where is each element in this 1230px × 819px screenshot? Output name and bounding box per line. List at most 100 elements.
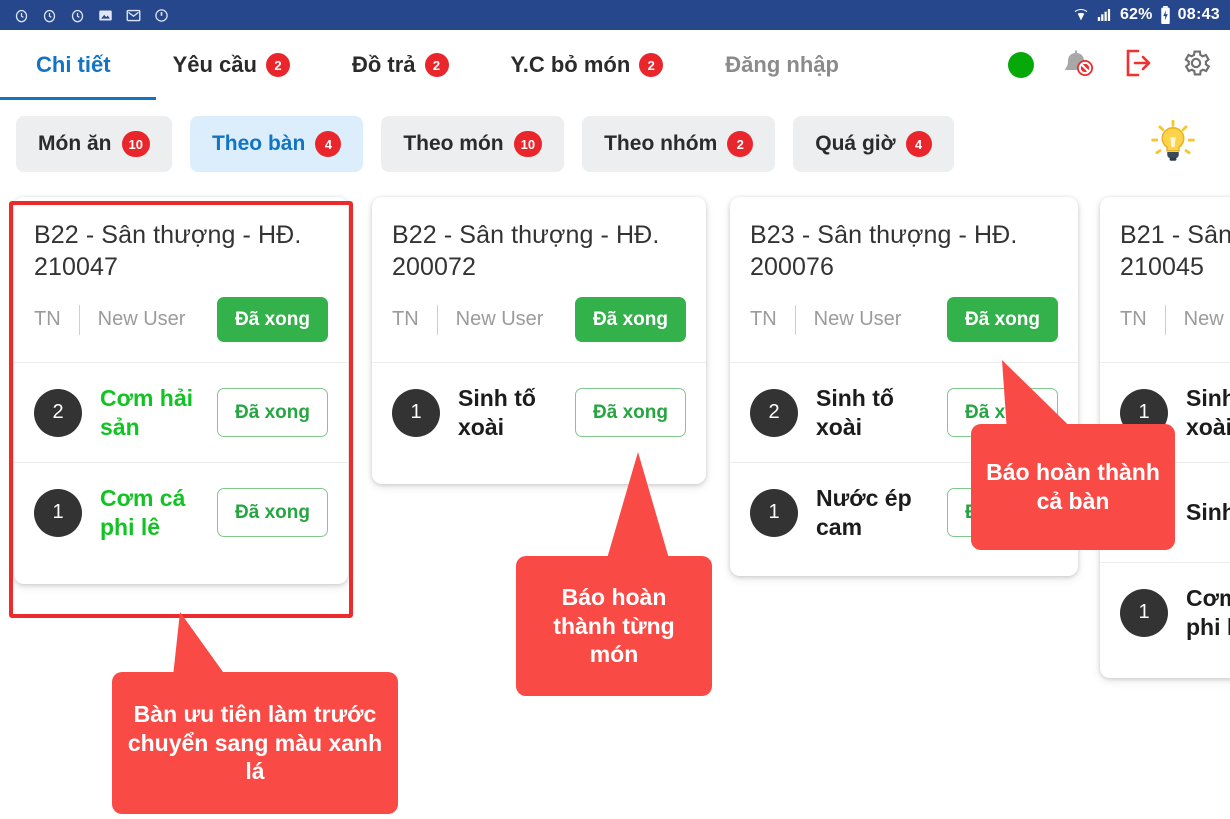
item-quantity-badge: 1 xyxy=(1120,588,1168,637)
item-name-label: Sinh tố bơ xyxy=(1186,499,1230,526)
android-status-bar: 62% 08:43 xyxy=(0,0,1230,30)
tab-label: Đăng nhập xyxy=(725,52,839,77)
item-quantity-badge: 1 xyxy=(750,488,798,537)
tab-yeu-cau[interactable]: Yêu cầu 2 xyxy=(173,52,290,78)
chip-label: Món ăn xyxy=(38,132,112,155)
chip-badge: 10 xyxy=(513,131,543,157)
tab-label: Y.C bỏ món xyxy=(510,52,631,77)
staff-code-label: TN xyxy=(392,308,419,330)
item-name-label: Sinh tố xoài xyxy=(458,385,536,440)
chip-label: Quá giờ xyxy=(815,132,896,155)
callout-text: Báo hoàn thành cả bàn xyxy=(986,459,1160,514)
card-meta-row: TN New User Đã xong xyxy=(392,283,686,362)
table-card[interactable]: B22 - Sân thượng - HĐ. 200072 TN New Use… xyxy=(372,197,706,484)
item-quantity-badge: 2 xyxy=(34,388,82,437)
wifi-icon xyxy=(1073,7,1089,23)
table-done-button[interactable]: Đã xong xyxy=(947,297,1058,342)
card-title: B21 - Sân thượng - HĐ. 210045 xyxy=(1120,221,1230,281)
table-card[interactable]: B22 - Sân thượng - HĐ. 210047 TN New Use… xyxy=(14,197,348,584)
order-item-row[interactable]: 1 Cơm cá phi lê Đã xong xyxy=(1100,562,1230,662)
chip-badge: 10 xyxy=(121,131,150,157)
item-name-label: Nước ép cam xyxy=(816,485,912,540)
main-tab-bar: Chi tiết Yêu cầu 2 Đồ trả 2 Y.C bỏ món 2… xyxy=(0,30,1230,100)
tab-badge: 2 xyxy=(424,53,449,77)
battery-percent-label: 62% xyxy=(1119,6,1153,23)
user-name-label: New User xyxy=(455,308,544,330)
alarm-icon xyxy=(14,8,29,23)
item-name-label: Cơm cá phi lê xyxy=(100,485,186,540)
tab-do-tra[interactable]: Đồ trả 2 xyxy=(352,52,449,78)
tab-label: Yêu cầu xyxy=(172,52,257,77)
item-done-button[interactable]: Đã xong xyxy=(217,488,328,537)
item-done-button[interactable]: Đã xong xyxy=(575,388,686,437)
callout-text: Báo hoàn thành từng món xyxy=(553,583,675,668)
gmail-icon xyxy=(126,8,141,23)
chip-label: Theo nhóm xyxy=(604,132,718,155)
status-online-dot[interactable] xyxy=(1008,52,1034,78)
app-root: 62% 08:43 Chi tiết Yêu cầu 2 Đồ trả 2 Y.… xyxy=(0,0,1230,819)
table-done-button[interactable]: Đã xong xyxy=(575,297,686,342)
card-meta-row: TN New User Đã xong xyxy=(34,283,328,362)
callout-priority-table: Bàn ưu tiên làm trước chuyển sang màu xa… xyxy=(112,672,398,814)
card-title: B22 - Sân thượng - HĐ. 210047 xyxy=(34,221,302,281)
card-title: B22 - Sân thượng - HĐ. 200072 xyxy=(392,221,660,281)
order-item-row[interactable]: 1 Sinh tố xoài Đã xong xyxy=(372,362,706,462)
tab-label: Chi tiết xyxy=(36,52,111,77)
item-name-label: Cơm cá phi lê xyxy=(1186,585,1230,640)
tab-bar-actions xyxy=(1008,47,1230,84)
card-header: B22 - Sân thượng - HĐ. 200072 TN New Use… xyxy=(372,197,706,362)
logout-icon[interactable] xyxy=(1122,47,1154,84)
item-quantity-badge: 2 xyxy=(750,388,798,437)
tab-yc-bo-mon[interactable]: Y.C bỏ món 2 xyxy=(511,52,664,78)
order-item-row[interactable]: 1 Cơm cá phi lê Đã xong xyxy=(14,462,348,562)
power-icon xyxy=(154,8,169,23)
tab-chi-tiet[interactable]: Chi tiết xyxy=(36,52,111,78)
chip-theo-ban[interactable]: Theo bàn 4 xyxy=(189,116,364,172)
item-name-label: Cơm hải sản xyxy=(100,385,194,440)
tab-dang-nhap[interactable]: Đăng nhập xyxy=(725,52,839,78)
callout-pointer-item-done xyxy=(606,452,670,562)
clock-label: 08:43 xyxy=(1177,6,1220,23)
item-name-label: Sinh tố xoài xyxy=(1186,385,1230,440)
chip-mon-an[interactable]: Món ăn 10 xyxy=(16,116,172,172)
tab-badge: 2 xyxy=(265,53,290,77)
chip-badge: 4 xyxy=(905,131,932,157)
user-name-label: New User xyxy=(97,308,186,330)
bell-off-icon[interactable] xyxy=(1060,47,1096,84)
staff-code-label: TN xyxy=(1120,308,1147,330)
lightbulb-icon xyxy=(1150,119,1196,170)
battery-charging-icon xyxy=(1160,6,1171,24)
filter-chip-bar: Món ăn 10 Theo bàn 4 Theo món 10 Theo nh… xyxy=(0,100,1230,188)
user-name-label: New User xyxy=(1183,308,1230,330)
callout-item-done: Báo hoàn thành từng món xyxy=(516,556,712,696)
chip-badge: 2 xyxy=(727,131,754,157)
table-done-button[interactable]: Đã xong xyxy=(217,297,328,342)
settings-gear-icon[interactable] xyxy=(1180,47,1212,84)
hint-button[interactable] xyxy=(1150,119,1230,170)
callout-table-done: Báo hoàn thành cả bàn xyxy=(971,424,1175,550)
item-done-button[interactable]: Đã xong xyxy=(217,388,328,437)
chip-theo-nhom[interactable]: Theo nhóm 2 xyxy=(582,116,776,172)
staff-code-label: TN xyxy=(750,308,777,330)
status-bar-notification-icons xyxy=(14,8,169,23)
tab-label: Đồ trả xyxy=(351,52,416,77)
image-icon xyxy=(98,8,113,23)
card-header: B23 - Sân thượng - HĐ. 200076 TN New Use… xyxy=(730,197,1078,362)
chip-qua-gio[interactable]: Quá giờ 4 xyxy=(793,116,954,172)
alarm-icon xyxy=(70,8,85,23)
item-quantity-badge: 1 xyxy=(34,488,82,537)
tab-badge: 2 xyxy=(639,53,664,77)
card-header: B22 - Sân thượng - HĐ. 210047 TN New Use… xyxy=(14,197,348,362)
card-meta-row: TN New User Đã xong xyxy=(1120,283,1230,362)
card-header: B21 - Sân thượng - HĐ. 210045 TN New Use… xyxy=(1100,197,1230,362)
order-item-row[interactable]: 2 Cơm hải sản Đã xong xyxy=(14,362,348,462)
status-bar-system-icons: 62% 08:43 xyxy=(1073,6,1220,24)
card-title: B23 - Sân thượng - HĐ. 200076 xyxy=(750,221,1018,281)
user-name-label: New User xyxy=(813,308,902,330)
chip-label: Theo bàn xyxy=(211,132,306,155)
chip-label: Theo món xyxy=(403,132,504,155)
signal-icon xyxy=(1096,7,1113,23)
chip-theo-mon[interactable]: Theo món 10 xyxy=(381,116,565,172)
item-quantity-badge: 1 xyxy=(392,388,440,437)
staff-code-label: TN xyxy=(34,308,61,330)
